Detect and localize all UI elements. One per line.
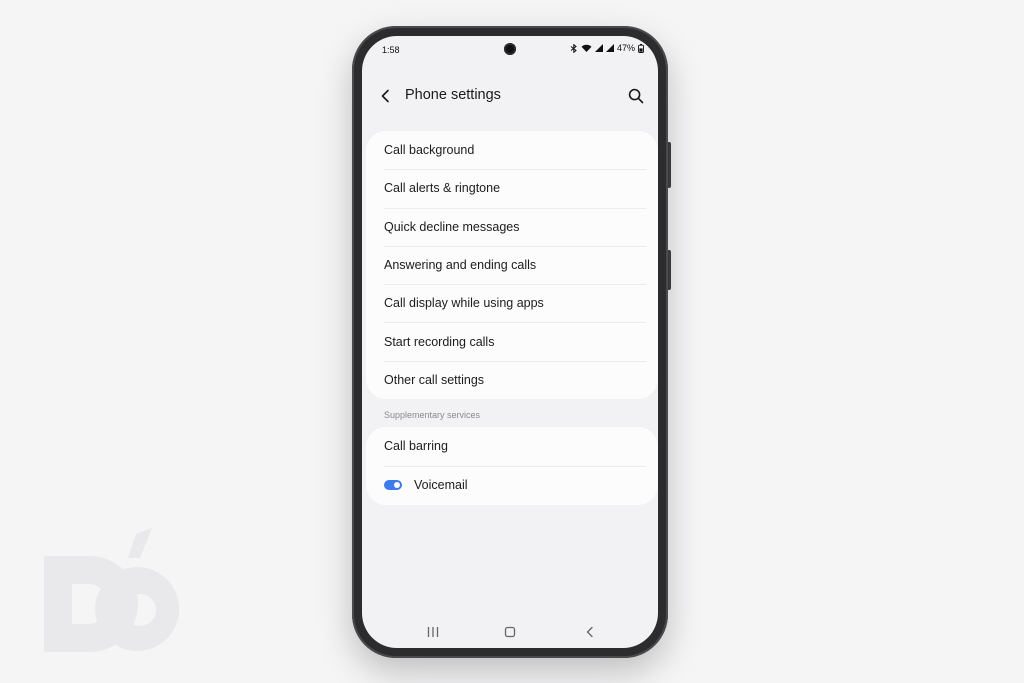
settings-item-voicemail[interactable]: Voicemail (366, 465, 658, 505)
wifi-icon (581, 44, 592, 52)
status-time: 1:58 (382, 45, 400, 55)
search-icon[interactable] (624, 84, 648, 108)
supplementary-card: Call barring Voicemail (366, 427, 658, 505)
battery-icon (638, 43, 644, 53)
settings-item-other-call-settings[interactable]: Other call settings (366, 360, 658, 399)
settings-item-label: Call background (384, 143, 475, 158)
battery-text: 47% (616, 43, 635, 53)
settings-item-quick-decline-messages[interactable]: Quick decline messages (366, 207, 658, 246)
page-title: Phone settings (405, 87, 501, 103)
settings-item-label: Answering and ending calls (384, 258, 537, 273)
settings-item-label: Start recording calls (384, 334, 495, 349)
settings-item-answering-ending-calls[interactable]: Answering and ending calls (366, 245, 658, 284)
brand-watermark-logo (44, 528, 180, 652)
status-bar: 1:58 47% (362, 36, 658, 64)
volume-button (668, 142, 671, 188)
settings-item-start-recording-calls[interactable]: Start recording calls (366, 322, 658, 360)
settings-item-label: Quick decline messages (384, 219, 520, 234)
settings-item-label: Voicemail (414, 477, 468, 492)
arrow-left-icon[interactable] (374, 84, 398, 108)
front-camera (504, 43, 516, 55)
cell-signal-icon (605, 44, 614, 52)
settings-item-label: Call display while using apps (384, 296, 544, 311)
cell-signal-icon (594, 44, 603, 52)
section-header-supplementary: Supplementary services (384, 410, 481, 420)
settings-item-label: Call alerts & ringtone (384, 181, 501, 196)
settings-item-label: Call barring (384, 439, 448, 454)
settings-item-label: Other call settings (384, 372, 485, 387)
app-bar: Phone settings (362, 76, 658, 116)
settings-item-call-background[interactable]: Call background (366, 131, 658, 169)
phone-screen: 1:58 47% Phone settings Call background … (362, 36, 658, 648)
settings-item-call-barring[interactable]: Call barring (366, 427, 658, 466)
recents-icon[interactable] (423, 622, 443, 642)
settings-item-call-display-apps[interactable]: Call display while using apps (366, 284, 658, 322)
status-icons: 47% (570, 43, 644, 53)
navigation-bar (362, 620, 658, 644)
home-icon[interactable] (500, 622, 520, 642)
power-button (668, 250, 671, 290)
back-icon[interactable] (580, 622, 600, 642)
settings-card: Call background Call alerts & ringtone Q… (366, 131, 658, 399)
voicemail-toggle[interactable] (384, 479, 402, 490)
bluetooth-icon (570, 43, 578, 53)
settings-item-call-alerts-ringtone[interactable]: Call alerts & ringtone (366, 169, 658, 207)
